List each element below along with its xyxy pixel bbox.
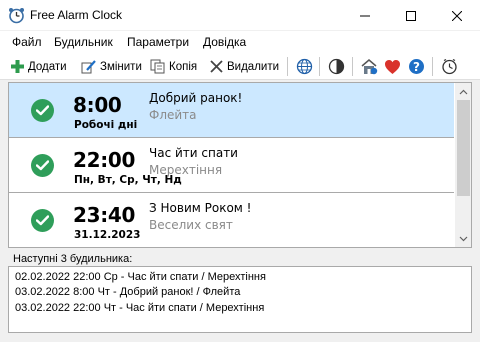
title-bar: Free Alarm Clock (0, 0, 480, 31)
alarm-sound: Мерехтіння (149, 163, 223, 177)
next-alarm-line: 02.02.2022 22:00 Ср - Час йти спати / Ме… (15, 271, 266, 283)
edit-button-label: Змінити (100, 60, 142, 73)
close-button[interactable] (434, 0, 480, 31)
clock-button[interactable] (439, 56, 460, 77)
alarm-days: Робочі дні (74, 119, 138, 131)
alarm-enabled-checkbox[interactable] (31, 99, 54, 122)
menu-bar: Файл Будильник Параметри Довідка (0, 31, 480, 53)
checkmark-icon (36, 215, 49, 226)
minimize-icon (360, 15, 370, 16)
copy-button[interactable]: Копія (150, 56, 197, 77)
alarm-row[interactable]: 23:40 31.12.2023 З Новим Роком ! Веселих… (9, 193, 454, 247)
alarm-label: Добрий ранок! (149, 91, 243, 105)
donate-button[interactable] (382, 56, 403, 77)
maximize-icon (406, 10, 416, 21)
plus-icon (11, 60, 24, 73)
contrast-icon (328, 58, 345, 75)
next-alarms-box: 02.02.2022 22:00 Ср - Час йти спати / Ме… (8, 266, 472, 333)
toolbar-separator (287, 57, 288, 76)
help-icon: ? (409, 59, 424, 74)
checkmark-icon (36, 160, 49, 171)
copy-icon (150, 59, 165, 74)
home-icon (361, 59, 377, 75)
alarm-time: 8:00 (73, 93, 122, 117)
next-alarm-line: 03.02.2022 22:00 Чт - Час йти спати / Ме… (15, 302, 265, 314)
alarm-list[interactable]: 8:00 Робочі дні Добрий ранок! Флейта 22:… (8, 82, 472, 248)
close-icon (452, 10, 462, 21)
svg-text:?: ? (413, 60, 420, 74)
next-alarms-heading: Наступні 3 будильника: (13, 253, 133, 265)
toolbar: Додати Змінити Копія Видалити ? (0, 53, 480, 80)
alarm-days: 31.12.2023 (74, 229, 141, 241)
heart-icon (385, 59, 400, 74)
clock-icon (442, 58, 457, 75)
alarm-list-scrollbar[interactable] (455, 83, 471, 247)
homepage-button[interactable] (358, 56, 379, 77)
scroll-down-button[interactable] (455, 230, 471, 247)
alarm-clock-app-icon (8, 7, 25, 24)
delete-x-icon (210, 60, 223, 73)
scroll-up-button[interactable] (455, 83, 471, 100)
alarm-enabled-checkbox[interactable] (31, 154, 54, 177)
toolbar-separator (352, 57, 353, 76)
help-button[interactable]: ? (406, 56, 427, 77)
globe-icon (296, 58, 313, 75)
menu-alarm[interactable]: Будильник (54, 35, 113, 49)
chevron-up-icon (459, 89, 468, 94)
toolbar-separator (432, 57, 433, 76)
chevron-down-icon (459, 236, 468, 241)
theme-button[interactable] (326, 56, 347, 77)
delete-button-label: Видалити (227, 60, 280, 73)
edit-pencil-icon (81, 60, 96, 74)
maximize-button[interactable] (388, 0, 434, 31)
menu-file[interactable]: Файл (12, 35, 42, 49)
alarm-sound: Флейта (149, 108, 197, 122)
alarm-label: Час йти спати (149, 146, 238, 160)
toolbar-separator (319, 57, 320, 76)
menu-help[interactable]: Довідка (203, 35, 246, 49)
alarm-label: З Новим Роком ! (149, 201, 252, 215)
copy-button-label: Копія (169, 60, 198, 73)
minimize-button[interactable] (342, 0, 388, 31)
add-button-label: Додати (28, 60, 67, 73)
language-button[interactable] (294, 56, 315, 77)
alarm-sound: Веселих свят (149, 218, 233, 232)
alarm-row[interactable]: 22:00 Пн, Вт, Ср, Чт, Нд Час йти спати М… (9, 138, 454, 193)
window-title: Free Alarm Clock (30, 8, 123, 22)
menu-settings[interactable]: Параметри (127, 35, 189, 49)
checkmark-icon (36, 105, 49, 116)
alarm-row[interactable]: 8:00 Робочі дні Добрий ранок! Флейта (9, 83, 454, 138)
next-alarm-line: 03.02.2022 8:00 Чт - Добрий ранок! / Фле… (15, 286, 241, 298)
add-button[interactable]: Додати (10, 56, 67, 77)
alarm-time: 22:00 (73, 148, 136, 172)
scrollbar-thumb[interactable] (457, 100, 470, 196)
alarm-time: 23:40 (73, 203, 136, 227)
edit-button[interactable]: Змінити (81, 56, 142, 77)
alarm-enabled-checkbox[interactable] (31, 209, 54, 232)
delete-button[interactable]: Видалити (209, 56, 279, 77)
